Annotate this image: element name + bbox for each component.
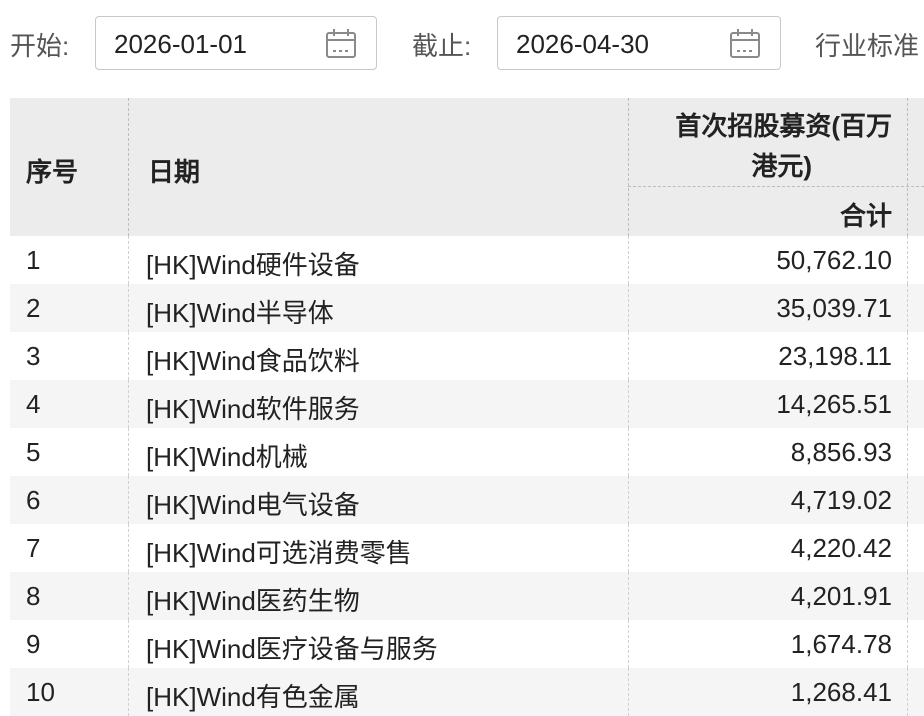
row-industry-name[interactable]: [HK]Wind食品饮料 [146,341,360,378]
row-index: 3 [26,341,41,371]
row-ipo-total: 14,265.51 [776,389,892,419]
column-divider [128,620,129,668]
column-divider [628,620,629,668]
end-date-input[interactable]: 2026-04-30 [497,16,781,70]
row-industry-name[interactable]: [HK]Wind机械 [146,437,308,474]
table-row[interactable]: 2 [HK]Wind半导体 35,039.71 [10,284,924,332]
row-industry-name[interactable]: [HK]Wind硬件设备 [146,245,360,282]
column-divider [128,572,129,620]
column-divider [628,284,629,332]
table-row[interactable]: 5 [HK]Wind机械 8,856.93 [10,428,924,476]
column-divider [907,332,908,380]
column-divider [628,476,629,524]
column-divider [628,428,629,476]
column-divider [128,668,129,716]
column-divider [907,572,908,620]
row-industry-name[interactable]: [HK]Wind医药生物 [146,581,360,618]
start-date-value: 2026-01-01 [114,29,247,59]
table-row[interactable]: 3 [HK]Wind食品饮料 23,198.11 [10,332,924,380]
column-divider [628,236,629,284]
row-ipo-total: 35,039.71 [776,293,892,323]
row-ipo-total: 4,220.42 [790,533,892,563]
row-industry-name[interactable]: [HK]Wind半导体 [146,293,334,330]
row-industry-name[interactable]: [HK]Wind可选消费零售 [146,533,412,570]
row-industry-name[interactable]: [HK]Wind电气设备 [146,485,360,522]
row-index: 8 [26,581,41,611]
row-ipo-total: 50,762.10 [776,245,892,275]
row-index: 10 [26,677,55,707]
table-row[interactable]: 8 [HK]Wind医药生物 4,201.91 [10,572,924,620]
column-divider [907,236,908,284]
row-ipo-total: 4,201.91 [790,581,892,611]
column-divider [128,524,129,572]
row-index: 1 [26,245,41,275]
end-date-value: 2026-04-30 [516,29,649,59]
column-divider [907,668,908,716]
row-industry-name[interactable]: [HK]Wind软件服务 [146,389,360,426]
header-divider [907,98,908,236]
column-divider [128,428,129,476]
row-ipo-total: 4,719.02 [790,485,892,515]
column-divider [628,332,629,380]
column-divider [907,428,908,476]
column-divider [907,524,908,572]
row-industry-name[interactable]: [HK]Wind医疗设备与服务 [146,629,438,666]
table-row[interactable]: 4 [HK]Wind软件服务 14,265.51 [10,380,924,428]
column-divider [907,620,908,668]
header-index: 序号 [26,157,79,187]
header-divider [628,98,629,236]
table-row[interactable]: 7 [HK]Wind可选消费零售 4,220.42 [10,524,924,572]
row-index: 4 [26,389,41,419]
start-date-label: 开始: [10,31,70,61]
column-divider [628,572,629,620]
industry-standard-label[interactable]: 行业标准 [815,26,919,63]
table-row[interactable]: 1 [HK]Wind硬件设备 50,762.10 [10,236,924,284]
row-ipo-total: 8,856.93 [790,437,892,467]
header-divider [628,186,924,187]
end-date-label: 截止: [412,31,472,61]
header-ipo-funds-line1: 首次招股募资(百万 [675,111,892,141]
column-divider [628,380,629,428]
column-divider [128,380,129,428]
row-ipo-total: 23,198.11 [778,341,892,371]
column-divider [128,236,129,284]
column-divider [628,524,629,572]
column-divider [128,332,129,380]
start-date-input[interactable]: 2026-01-01 [95,16,377,70]
date-filter-bar: 开始: 2026-01-01 截止: 2026-04-30 行业标准 [0,0,924,96]
table-row[interactable]: 6 [HK]Wind电气设备 4,719.02 [10,476,924,524]
table-header: 序号 日期 首次招股募资(百万 港元) 合计 [10,98,924,236]
column-divider [628,668,629,716]
row-index: 9 [26,629,41,659]
calendar-icon[interactable] [728,27,762,61]
table-row[interactable]: 9 [HK]Wind医疗设备与服务 1,674.78 [10,620,924,668]
column-divider [907,284,908,332]
header-total: 合计 [839,201,892,231]
row-ipo-total: 1,674.78 [790,629,892,659]
column-divider [128,476,129,524]
header-divider [128,98,129,236]
row-index: 5 [26,437,41,467]
row-index: 2 [26,293,41,323]
column-divider [128,284,129,332]
header-date: 日期 [148,157,201,187]
row-industry-name[interactable]: [HK]Wind有色金属 [146,677,360,714]
column-divider [907,476,908,524]
column-divider [907,380,908,428]
row-index: 6 [26,485,41,515]
ipo-ranking-table: 序号 日期 首次招股募资(百万 港元) 合计 1 [HK]Wind硬件设备 50,7… [10,98,924,716]
table-row[interactable]: 10 [HK]Wind有色金属 1,268.41 [10,668,924,716]
row-ipo-total: 1,268.41 [790,677,892,707]
calendar-icon[interactable] [324,27,358,61]
header-ipo-funds-line2: 港元) [751,151,812,181]
row-index: 7 [26,533,41,563]
